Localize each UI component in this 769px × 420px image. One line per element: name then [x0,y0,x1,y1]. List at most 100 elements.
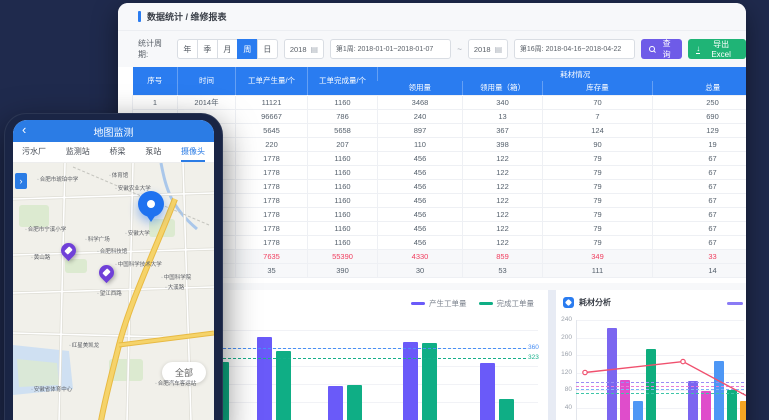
table-cell: 1778 [236,193,308,207]
download-icon: ↓ [696,45,700,54]
bar-完成工单量-3 [422,343,437,420]
phone-tab-3[interactable]: 泵站 [145,142,161,162]
selected-location-pin[interactable] [138,191,164,217]
table-cell: 7 [543,109,653,123]
export-excel-button[interactable]: ↓ 导出Excel [688,39,746,59]
map-poi-label: 中国科学院 [161,273,191,281]
refline-value: 323 [528,354,539,361]
table-cell: 340 [463,95,543,109]
table-cell: 250 [653,95,747,109]
table-cell: 1160 [308,179,378,193]
table-cell: 7635 [236,249,308,263]
refline-value: 360 [528,344,539,351]
table-cell: 1160 [308,193,378,207]
table-cell: 96667 [236,109,308,123]
table-row: 177811604561227967 [133,165,747,179]
year-select-end[interactable]: 2018 ▤ [468,39,508,59]
table-cell: 67 [653,221,747,235]
table-cell: 79 [543,235,653,249]
table-cell: 124 [543,123,653,137]
search-icon [649,46,655,52]
table-cell: 456 [378,221,463,235]
table-row: 96667786240137690 [133,109,747,123]
phone-tab-2[interactable]: 桥梁 [110,142,126,162]
table-cell: 122 [463,235,543,249]
phone-title: 地图监测 [94,124,134,139]
table-cell: 367 [463,123,543,137]
period-option-4[interactable]: 日 [257,39,278,59]
phone-tab-4[interactable]: 摄像头 [181,142,205,162]
table-cell: 122 [463,179,543,193]
filter-bar: 统计周期: 年季月周日 2018 ▤ 第1周: 2018-01-01~2018-… [118,31,746,67]
table-cell: 398 [463,137,543,151]
sub-column-header: 领用量 [378,81,463,95]
table-cell: 2014年 [178,95,236,109]
phone-header: ‹ 地图监测 [13,120,214,142]
table-cell: 5658 [308,123,378,137]
table-cell: 3468 [378,95,463,109]
table-cell: 349 [543,249,653,263]
map-poi-label: 大溪路 [165,283,184,291]
table-cell: 79 [543,221,653,235]
period-option-1[interactable]: 季 [197,39,218,59]
table-cell: 79 [543,151,653,165]
period-option-3[interactable]: 周 [237,39,258,59]
map-view[interactable]: › 全部 合肥市琥珀中学体育馆安徽农业大学合肥市宁溪小学科学广场安徽大学合肥科技… [13,163,214,420]
page-background: 数据统计 / 维修报表 统计周期: 年季月周日 2018 ▤ 第1周: 2018… [0,0,769,420]
avg-row: 平均值35390305311114 [133,263,747,277]
table-cell: 1160 [308,95,378,109]
table-cell: 456 [378,235,463,249]
map-poi-label: 安徽大学 [125,229,150,237]
table-cell: 1778 [236,151,308,165]
range-separator: ~ [457,45,462,54]
table-cell: 19 [653,137,747,151]
table-cell: 786 [308,109,378,123]
table-cell: 35 [236,263,308,277]
week-end-input[interactable]: 第16周: 2018-04-16~2018-04-22 [514,39,635,59]
table-cell: 14 [653,263,747,277]
table-cell: 67 [653,151,747,165]
query-button-label: 查询 [659,38,674,60]
year-select-start[interactable]: 2018 ▤ [284,39,324,59]
table-cell: 67 [653,193,747,207]
phone-tab-bar: 污水厂监测站桥梁泵站摄像头 [13,142,214,163]
breadcrumb-accent-bar [138,11,141,22]
week-start-input[interactable]: 第1周: 2018-01-01~2018-01-07 [330,39,451,59]
period-option-0[interactable]: 年 [177,39,198,59]
report-table: 序号时间工单产生量/个工单完成量/个耗材情况领用量领用量（箱）库存量总量1201… [132,67,746,278]
period-option-2[interactable]: 月 [217,39,238,59]
bar-完成工单量-4 [499,399,514,420]
sub-column-header: 总量 [653,81,747,95]
breadcrumb: 数据统计 / 维修报表 [118,3,746,31]
table-row: 177811604561227967 [133,179,747,193]
map-poi-label: 安徽省体育中心 [31,385,72,393]
phone-tab-0[interactable]: 污水厂 [22,142,46,162]
table-cell: 122 [463,207,543,221]
table-cell: 859 [463,249,543,263]
table-cell: 456 [378,151,463,165]
table-header-row: 序号时间工单产生量/个工单完成量/个耗材情况 [133,67,747,81]
table-cell: 129 [653,123,747,137]
table-cell: 220 [236,137,308,151]
table-cell: 79 [543,193,653,207]
table-cell: 67 [653,165,747,179]
table-cell: 33 [653,249,747,263]
bar-完成工单量-2 [347,385,362,420]
query-button[interactable]: 查询 [641,39,682,59]
phone-tab-1[interactable]: 监测站 [66,142,90,162]
week-start-value: 第1周: 2018-01-01~2018-01-07 [336,44,433,54]
map-expand-button[interactable]: › [15,173,27,189]
table-cell: 79 [543,207,653,221]
table-row: 177811604561227967 [133,207,747,221]
table-cell: 70 [543,95,653,109]
phone-mockup: ‹ 地图监测 污水厂监测站桥梁泵站摄像头 [4,113,223,420]
back-chevron-icon[interactable]: ‹ [22,122,26,137]
map-poi-label: 望江西路 [97,289,122,297]
column-header: 工单完成量/个 [308,67,378,95]
map-poi-label: 体育馆 [109,171,128,179]
bar-产生工单量-4 [480,363,495,420]
year-end-value: 2018 [474,45,491,54]
table-cell: 1 [133,95,178,109]
map-poi-label: 安徽农业大学 [115,184,151,192]
table-row: 2202071103989019 [133,137,747,151]
